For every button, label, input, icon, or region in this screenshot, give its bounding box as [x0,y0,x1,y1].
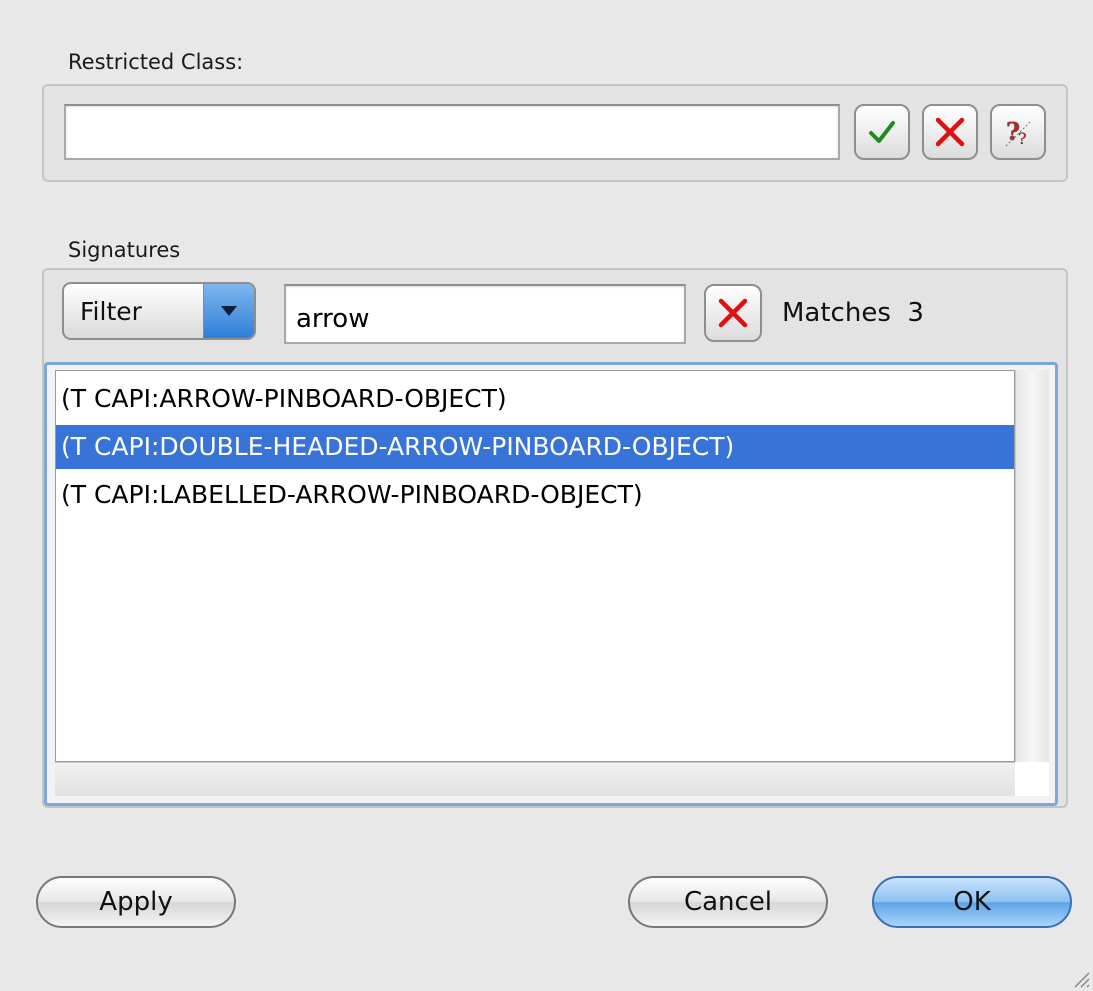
horizontal-scrollbar[interactable] [55,762,1015,796]
scroll-corner [1015,762,1049,796]
apply-button[interactable]: Apply [36,876,236,928]
vertical-scrollbar[interactable] [1015,370,1049,762]
filter-dropdown-label: Filter [80,296,142,326]
list-item[interactable]: (T CAPI:LABELLED-ARROW-PINBOARD-OBJECT) [56,473,1014,517]
restrict-class-dialog: Restricted Class: ? ? Signatures Filter [0,0,1093,991]
signatures-label: Signatures [68,238,181,262]
red-x-icon [935,117,965,147]
matches-label: Matches [782,298,891,328]
resize-grip-icon[interactable] [1069,967,1091,989]
restricted-class-label: Restricted Class: [68,50,244,74]
dropdown-arrow-icon [203,284,254,338]
signatures-list-frame: (T CAPI:ARROW-PINBOARD-OBJECT) (T CAPI:D… [44,362,1058,806]
restricted-class-input[interactable] [64,104,840,160]
clear-filter-button[interactable] [704,284,762,342]
svg-text:?: ? [1018,129,1027,148]
matches-number: 3 [907,298,924,328]
list-item-selected[interactable]: (T CAPI:DOUBLE-HEADED-ARROW-PINBOARD-OBJ… [56,425,1014,469]
cancel-button[interactable]: Cancel [628,876,828,928]
filter-dropdown[interactable]: Filter [62,282,256,340]
signatures-list[interactable]: (T CAPI:ARROW-PINBOARD-OBJECT) (T CAPI:D… [55,370,1015,762]
cancel-class-button[interactable] [922,104,978,160]
ok-button[interactable]: OK [872,876,1072,928]
list-item[interactable]: (T CAPI:ARROW-PINBOARD-OBJECT) [56,377,1014,421]
question-icon: ? ? [1005,117,1031,148]
matches-count: Matches 3 [782,298,924,328]
filter-input[interactable] [284,284,686,344]
red-x-icon [718,298,748,328]
checkmark-icon [869,121,895,143]
help-button[interactable]: ? ? [990,104,1046,160]
confirm-button[interactable] [854,104,910,160]
